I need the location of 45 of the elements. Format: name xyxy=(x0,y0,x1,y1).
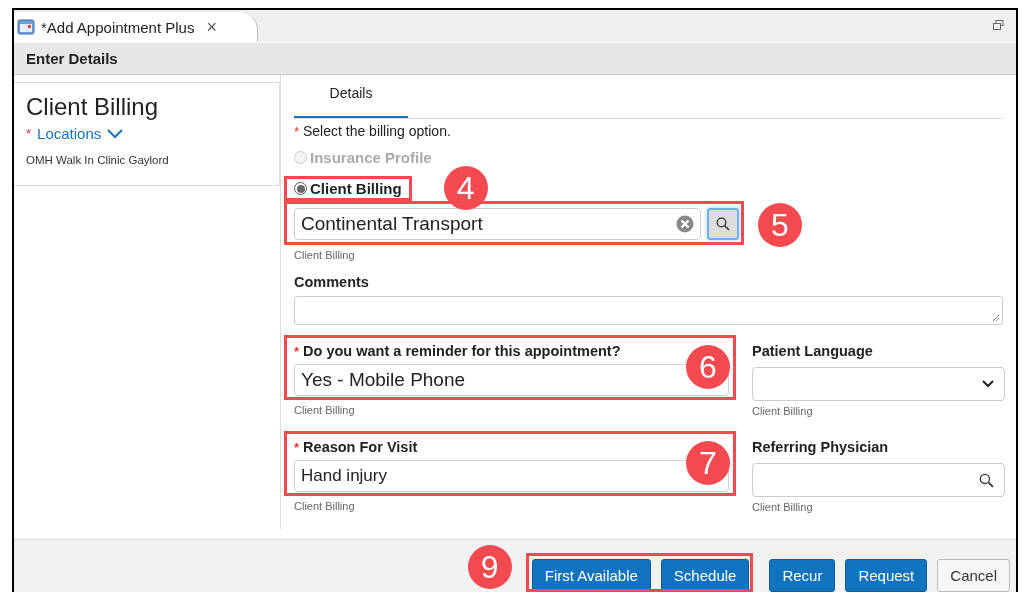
step-number-badge: 5 xyxy=(758,203,802,247)
locations-link[interactable]: Locations xyxy=(37,125,102,142)
close-button[interactable]: × xyxy=(206,16,217,38)
restore-icon[interactable] xyxy=(993,20,1004,30)
reminder-label: Do you want a reminder for this appointment? xyxy=(303,343,621,359)
resize-grip-icon[interactable] xyxy=(992,314,1000,322)
helper-text: Client Billing xyxy=(294,249,356,261)
document-tab[interactable]: *Add Appointment Plus × xyxy=(14,12,258,42)
reason-label: Reason For Visit xyxy=(303,439,418,455)
location-name: OMH Walk In Clinic Gaylord xyxy=(26,154,170,166)
step-number-badge: 6 xyxy=(686,345,730,389)
required-marker: * xyxy=(294,124,300,139)
physician-label: Referring Physician xyxy=(752,439,890,455)
helper-text: Client Billing xyxy=(294,404,356,416)
action-button[interactable]: Request xyxy=(845,559,928,592)
helper-text: Client Billing xyxy=(752,501,814,513)
required-marker: * xyxy=(26,126,32,141)
required-marker: * xyxy=(294,440,300,455)
section-header: Enter Details xyxy=(14,43,1016,75)
physician-search-field[interactable] xyxy=(752,463,1005,497)
search-button[interactable] xyxy=(707,208,739,240)
helper-text: Client Billing xyxy=(752,405,814,417)
clear-icon[interactable] xyxy=(676,215,694,233)
search-icon[interactable] xyxy=(716,217,730,231)
calendar-icon xyxy=(17,19,35,35)
tab-title: *Add Appointment Plus xyxy=(41,18,195,36)
helper-text: Client Billing xyxy=(294,500,356,512)
card-title: Client Billing xyxy=(26,93,160,121)
comments-field[interactable] xyxy=(294,296,1003,325)
radio-option[interactable]: Client Billing xyxy=(284,176,412,201)
search-icon[interactable] xyxy=(979,472,994,488)
details-tab[interactable]: Details xyxy=(294,75,408,118)
billing-prompt: Select the billing option. xyxy=(302,123,451,139)
action-button[interactable]: First Available xyxy=(531,559,651,592)
step-number-badge: 4 xyxy=(443,166,488,210)
action-button[interactable]: Schedule xyxy=(660,559,750,592)
action-button[interactable]: Recur xyxy=(769,559,836,592)
step-number-badge: 7 xyxy=(686,441,730,485)
step-number-badge: 9 xyxy=(467,545,512,589)
client-input-field[interactable]: Continental Transport xyxy=(294,208,701,240)
comments-label: Comments xyxy=(294,274,370,290)
action-button[interactable]: Cancel xyxy=(937,559,1010,592)
chevron-down-icon[interactable] xyxy=(982,380,994,388)
language-label: Patient Language xyxy=(752,343,874,359)
required-marker: * xyxy=(294,344,300,359)
